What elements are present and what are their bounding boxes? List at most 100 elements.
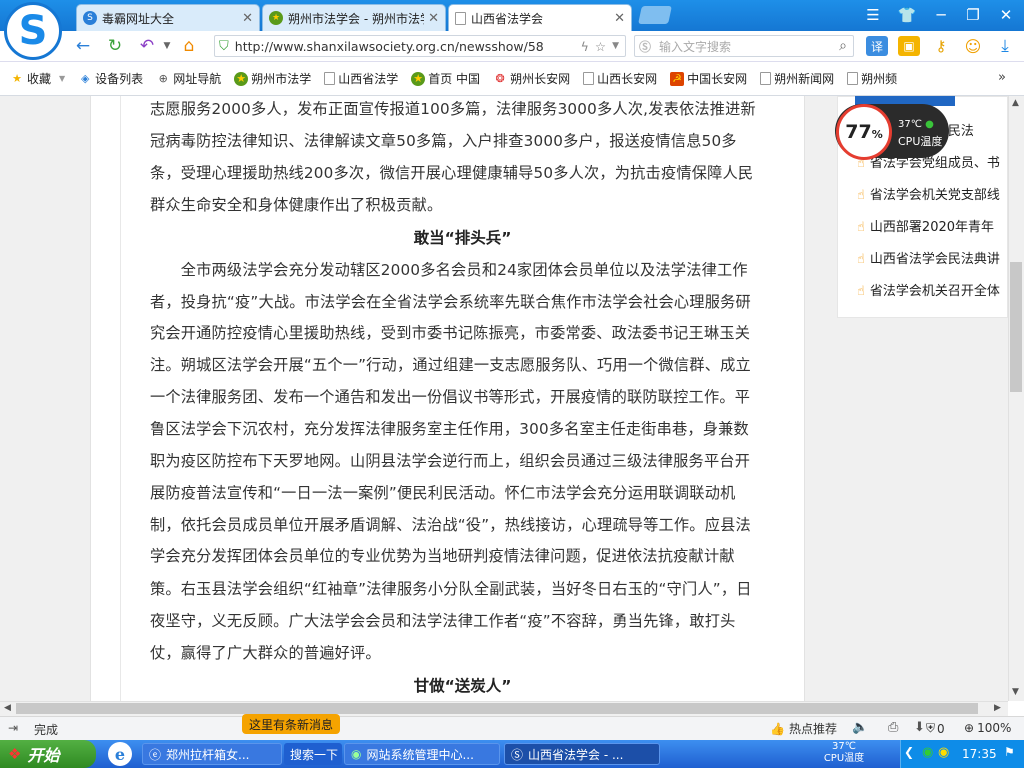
volume-icon[interactable]: 🔈 <box>852 720 868 735</box>
vertical-scroll-thumb[interactable] <box>1010 262 1022 392</box>
scroll-down-icon[interactable]: ▼ <box>1012 687 1019 697</box>
article-line: 学会充分发挥团体会员单位的专业优势为当地研判疫情法律问题，促进依法抗疫献计献 <box>150 547 735 565</box>
scroll-up-icon[interactable]: ▲ <box>1012 98 1019 108</box>
more-icon[interactable]: ☺ <box>962 36 984 56</box>
bookmark-china-changan[interactable]: ☭ 中国长安网 <box>670 70 747 87</box>
search-input[interactable]: Ⓢ 输入文字搜索 ⌕ <box>634 35 854 57</box>
url-text: http://www.shanxilawsociety.org.cn/newss… <box>234 38 544 54</box>
tray-flag-icon[interactable]: ⚑ <box>1004 745 1015 759</box>
tab-title: 毒霸网址大全 <box>102 11 175 26</box>
bookmark-shuozhou-channel[interactable]: 朔州频 <box>847 70 897 87</box>
undo-icon[interactable]: ↶ <box>136 36 158 56</box>
ie-quicklaunch-icon[interactable]: e <box>108 742 132 766</box>
hand-pointer-icon: ☝ <box>857 188 865 203</box>
lightning-icon[interactable]: ϟ <box>581 39 589 54</box>
page-icon <box>583 72 595 85</box>
tab-title: 朔州市法学会 - 朔州市法学 <box>288 11 425 26</box>
translate-icon[interactable]: 译 <box>866 36 888 56</box>
chevron-down-icon[interactable]: ▼ <box>612 41 619 51</box>
status-text: 完成 <box>34 723 59 737</box>
vertical-scrollbar[interactable] <box>1008 96 1024 701</box>
star-icon: ★ <box>12 71 22 85</box>
bookmark-nav[interactable]: ⊕ 网址导航 <box>156 70 222 87</box>
bookmark-shuozhou-law[interactable]: ★ 朔州市法学 <box>234 70 311 87</box>
red-logo-icon: ❂ <box>495 71 505 85</box>
page-icon <box>324 72 336 85</box>
emblem-favicon-icon: ★ <box>269 11 283 25</box>
cpu-usage-ring: 77% <box>836 104 892 160</box>
adblock-counter[interactable]: ⛨ 0 <box>926 721 945 736</box>
taskbar-item[interactable]: ⓔ 郑州拉杆箱女... <box>142 743 282 765</box>
bookmark-shuozhou-changan[interactable]: ❂ 朔州长安网 <box>493 70 570 87</box>
magnifier-icon[interactable]: ⌕ <box>839 38 847 54</box>
sidebar-news-link[interactable]: ☝ 山西省法学会民法典讲 <box>857 251 1007 269</box>
home-icon[interactable]: ⌂ <box>178 36 200 56</box>
key-icon[interactable]: ⚷ <box>930 36 952 56</box>
article-line: 鲁区法学会下沉农村，充分发挥法律服务室主任作用，300多名室主任走街串巷，身兼数 <box>150 420 749 438</box>
restore-icon[interactable]: ❐ <box>960 4 986 26</box>
sidebar-news-link[interactable]: ☝ 省法学会机关党支部线 <box>857 187 1007 205</box>
download-manager-icon[interactable]: ⬇ <box>914 720 925 735</box>
horizontal-scroll-thumb[interactable] <box>16 703 978 714</box>
status-bar <box>0 716 1024 740</box>
ie-icon: ⓔ <box>149 747 162 762</box>
sidebar-news-link[interactable]: ☝ 山西部署2020年青年 <box>857 219 1007 237</box>
address-bar[interactable]: ⛉ http://www.shanxilawsociety.org.cn/new… <box>214 35 626 57</box>
windows-logo-icon: ❖ <box>8 745 22 763</box>
taskbar-item[interactable]: ◉ 网站系统管理中心... <box>344 743 500 765</box>
green-browser-icon: ◉ <box>351 747 362 761</box>
close-icon[interactable]: ✕ <box>428 11 439 26</box>
refresh-icon[interactable]: ↻ <box>104 36 126 56</box>
bookmarks-bar: ★ 收藏 ▼ ◈ 设备列表 ⊕ 网址导航 ★ 朔州市法学 山西省法学 ★ 首页 中国 ❂ 朔州… <box>0 62 1024 96</box>
hot-recommend-button[interactable]: 👍 热点推荐 <box>770 720 837 737</box>
sidebar-news-link[interactable]: ☝ 省法学会机关召开全体 <box>857 283 1007 301</box>
section-heading: 甘做“送炭人” <box>413 677 512 695</box>
bookmark-device-list[interactable]: ◈ 设备列表 <box>78 70 143 87</box>
print-icon[interactable]: ⎙ <box>888 720 898 735</box>
window-close-icon[interactable]: ✕ <box>993 4 1019 26</box>
tab-shanxi-law[interactable]: 山西省法学会 ✕ <box>448 4 632 31</box>
leaf-icon: ● <box>925 119 934 130</box>
tray-collapse-icon[interactable]: ❮ <box>904 745 914 759</box>
bookmark-home-china[interactable]: ★ 首页 中国 <box>411 70 480 87</box>
more-bookmarks-icon[interactable]: » <box>998 70 1006 85</box>
cpu-temp: 37℃ ● <box>898 119 934 130</box>
sidebar-toggle-icon[interactable]: ⇥ <box>8 721 18 735</box>
scroll-left-icon[interactable]: ◀ <box>4 703 11 713</box>
menu-icon[interactable]: ☰ <box>860 4 886 26</box>
favorite-star-icon[interactable]: ☆ <box>595 39 606 54</box>
zoom-control[interactable]: ⊕ 100% <box>964 721 1011 735</box>
tray-security-icon[interactable]: ◉ <box>938 745 949 760</box>
tray-network-icon[interactable]: ◉ <box>922 745 933 760</box>
chevron-down-icon[interactable]: ▼ <box>156 36 178 56</box>
download-icon[interactable]: ⤓ <box>994 36 1016 56</box>
start-button[interactable]: ❖ 开始 <box>0 740 96 768</box>
back-arrow-icon[interactable]: ← <box>72 36 94 56</box>
clock[interactable]: 17:35 <box>962 747 997 761</box>
bookmark-shanxi-law[interactable]: 山西省法学 <box>324 70 398 87</box>
cpu-temp-label: CPU温度 <box>898 135 943 148</box>
close-icon[interactable]: ✕ <box>242 11 253 26</box>
emblem-icon: ★ <box>411 71 426 86</box>
screenshot-icon[interactable]: ▣ <box>898 36 920 56</box>
new-tab-button[interactable] <box>638 6 672 24</box>
tray-cpu-temp[interactable]: 37℃ CPU温度 <box>820 741 868 765</box>
article-line: 志愿服务2000多人，发布正面宣传报道100多篇，法律服务3000多人次,发表依… <box>150 100 756 118</box>
taskbar-item-active[interactable]: Ⓢ 山西省法学会 - ... <box>504 743 660 765</box>
skin-icon[interactable]: 👕 <box>894 4 920 26</box>
bookmark-shanxi-changan[interactable]: 山西长安网 <box>583 70 657 87</box>
new-message-badge[interactable]: 这里有条新消息 <box>242 714 340 734</box>
hand-pointer-icon: ☝ <box>857 220 865 235</box>
article-line: 仗，赢得了广大群众的普遍好评。 <box>150 644 381 662</box>
tab-shuozhou-law[interactable]: ★ 朔州市法学会 - 朔州市法学 ✕ <box>262 4 446 31</box>
close-icon[interactable]: ✕ <box>614 11 625 26</box>
sogou-logo-icon[interactable]: S <box>4 2 62 60</box>
taskbar-search[interactable]: 搜索一下 <box>284 743 342 765</box>
scroll-right-icon[interactable]: ▶ <box>994 703 1001 713</box>
minimize-icon[interactable]: ─ <box>928 4 954 26</box>
bookmark-favorites[interactable]: ★ 收藏 ▼ <box>10 70 65 87</box>
page-favicon-icon <box>455 11 466 25</box>
shield-icon: ⛨ <box>926 721 936 735</box>
tab-duba[interactable]: S 毒霸网址大全 ✕ <box>76 4 260 31</box>
bookmark-shuozhou-news[interactable]: 朔州新闻网 <box>760 70 834 87</box>
